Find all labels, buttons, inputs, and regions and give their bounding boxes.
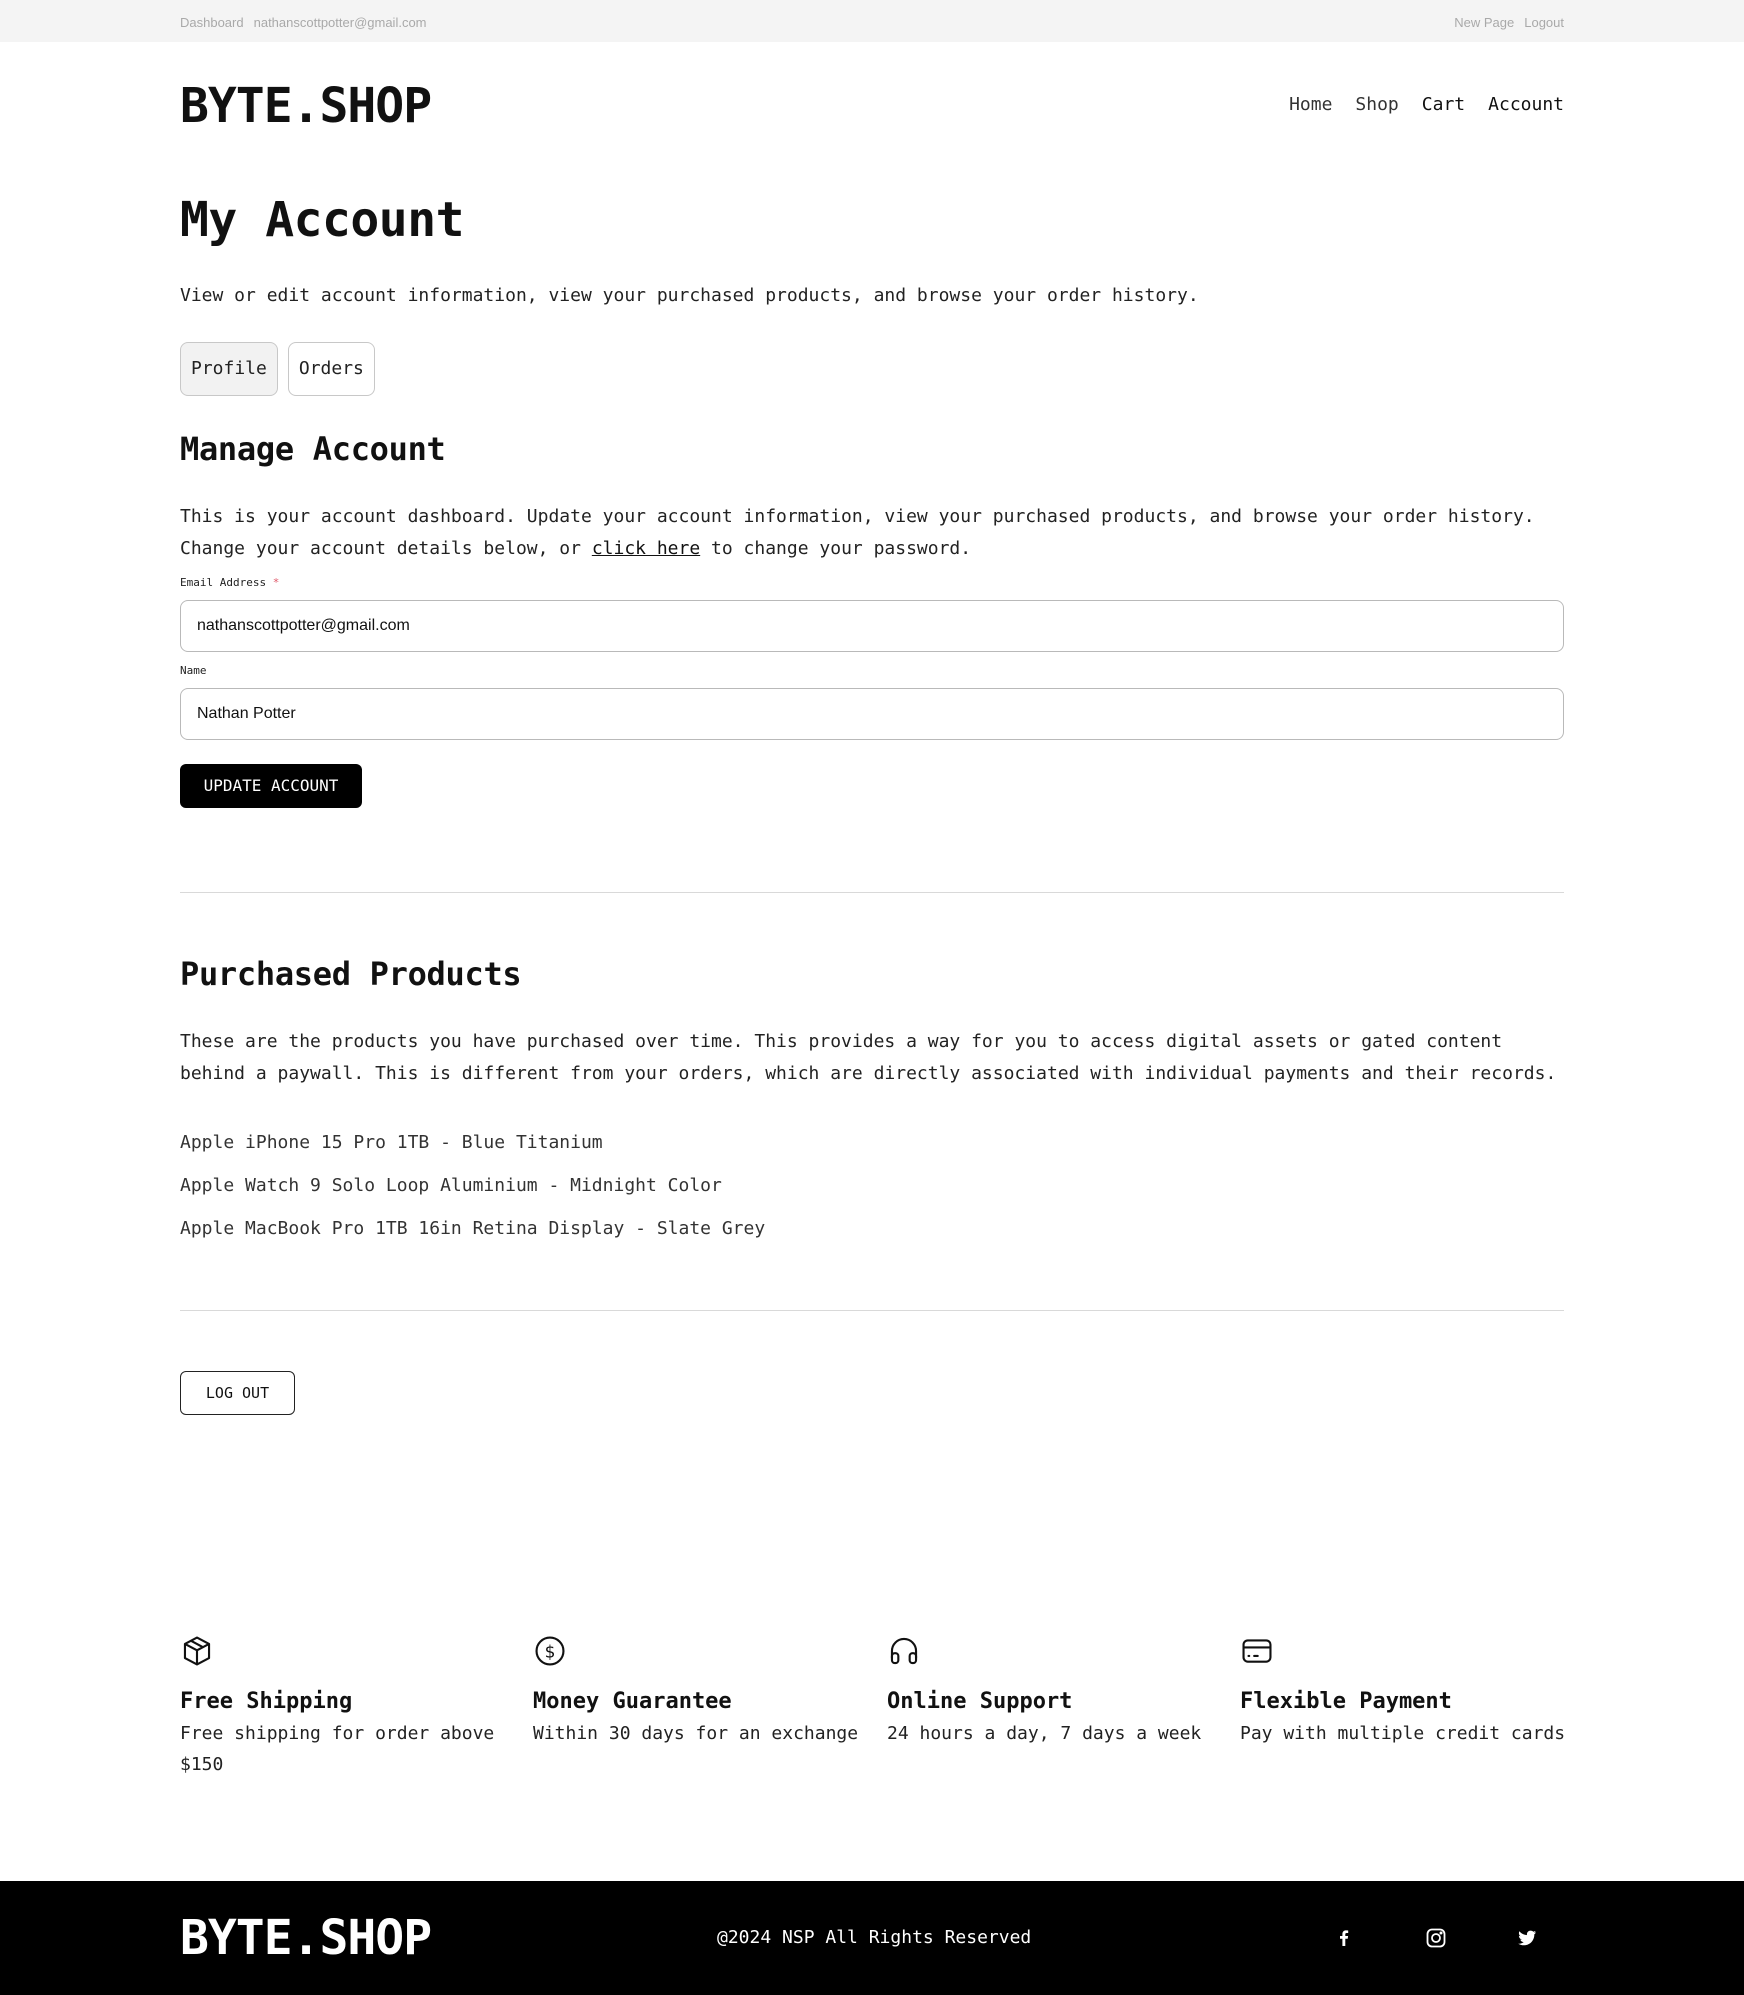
feature-money-guarantee: $ Money Guarantee Within 30 days for an … xyxy=(533,1634,863,1749)
log-out-button[interactable]: LOG OUT xyxy=(180,1371,295,1415)
manage-account-line2: Change your account details below, or cl… xyxy=(180,533,1570,565)
footer-copyright: @2024 NSP All Rights Reserved xyxy=(717,1927,1032,1948)
update-account-button[interactable]: UPDATE ACCOUNT xyxy=(180,764,362,808)
email-label-text: Email Address xyxy=(180,576,267,589)
feature-free-shipping: Free Shipping Free shipping for order ab… xyxy=(180,1634,510,1780)
manage-account-heading: Manage Account xyxy=(180,430,446,468)
twitter-icon[interactable] xyxy=(1515,1926,1539,1950)
password-hint-before: Change your account details below, or xyxy=(180,538,592,559)
feature-title: Flexible Payment xyxy=(1240,1689,1452,1714)
purchased-products-heading: Purchased Products xyxy=(180,955,522,993)
purchased-description-line2: behind a paywall. This is different from… xyxy=(180,1063,1557,1084)
tab-orders[interactable]: Orders xyxy=(287,342,375,396)
nav-shop[interactable]: Shop xyxy=(1355,94,1398,115)
nav-cart[interactable]: Cart xyxy=(1422,94,1465,115)
box-icon xyxy=(183,1636,211,1666)
manage-account-line1: This is your account dashboard. Update y… xyxy=(180,506,1535,527)
feature-description: Free shipping for order above $150 xyxy=(180,1723,495,1775)
admin-logout-link[interactable]: Logout xyxy=(1524,15,1564,30)
email-field[interactable]: nathanscottpotter@gmail.com xyxy=(180,600,1564,652)
feature-title: Online Support xyxy=(887,1689,1073,1714)
password-hint-after: to change your password. xyxy=(700,538,972,559)
main-nav: Home Shop Cart Account xyxy=(1289,94,1564,115)
section-divider xyxy=(180,1310,1564,1311)
section-divider xyxy=(180,892,1564,893)
footer-logo[interactable]: BYTE.SHOP xyxy=(180,1910,432,1966)
feature-description: Pay with multiple credit cards xyxy=(1240,1723,1566,1744)
feature-title: Money Guarantee xyxy=(533,1689,732,1714)
nav-account[interactable]: Account xyxy=(1488,94,1564,115)
feature-flexible-payment: Flexible Payment Pay with multiple credi… xyxy=(1240,1634,1570,1749)
dollar-coin-icon: $ xyxy=(535,1636,565,1666)
admin-user-email[interactable]: nathanscottpotter@gmail.com xyxy=(254,15,427,30)
purchased-product-item[interactable]: Apple Watch 9 Solo Loop Aluminium - Midn… xyxy=(180,1174,722,1198)
feature-description: 24 hours a day, 7 days a week xyxy=(887,1723,1202,1744)
admin-bar: Dashboard nathanscottpotter@gmail.com Ne… xyxy=(0,0,1744,42)
admin-dashboard-link[interactable]: Dashboard xyxy=(180,15,244,30)
feature-title: Free Shipping xyxy=(180,1689,353,1714)
headphones-icon xyxy=(890,1637,918,1665)
purchased-product-item[interactable]: Apple iPhone 15 Pro 1TB - Blue Titanium xyxy=(180,1131,603,1155)
purchased-products-description: These are the products you have purchase… xyxy=(180,1026,1570,1090)
name-field[interactable]: Nathan Potter xyxy=(180,688,1564,740)
required-marker: * xyxy=(272,576,280,589)
feature-online-support: Online Support 24 hours a day, 7 days a … xyxy=(887,1634,1217,1749)
email-label: Email Address * xyxy=(180,576,279,589)
manage-account-description: This is your account dashboard. Update y… xyxy=(180,501,1570,565)
tab-profile[interactable]: Profile xyxy=(180,342,278,396)
site-header: BYTE.SHOP Home Shop Cart Account xyxy=(180,78,1564,134)
change-password-link[interactable]: click here xyxy=(592,538,700,559)
purchased-description-line1: These are the products you have purchase… xyxy=(180,1031,1503,1052)
svg-text:$: $ xyxy=(545,1642,556,1662)
instagram-icon[interactable] xyxy=(1424,1926,1448,1950)
name-label: Name xyxy=(180,664,207,677)
credit-card-icon xyxy=(1242,1639,1272,1663)
feature-description: Within 30 days for an exchange xyxy=(533,1723,859,1744)
nav-home[interactable]: Home xyxy=(1289,94,1332,115)
page-subtitle: View or edit account information, view y… xyxy=(180,285,1199,306)
account-tabs: Profile Orders xyxy=(180,342,375,396)
admin-new-page-link[interactable]: New Page xyxy=(1454,15,1514,30)
purchased-product-item[interactable]: Apple MacBook Pro 1TB 16in Retina Displa… xyxy=(180,1217,765,1241)
site-footer: BYTE.SHOP @2024 NSP All Rights Reserved xyxy=(0,1881,1744,1995)
page-title: My Account xyxy=(180,192,464,248)
facebook-icon[interactable] xyxy=(1332,1926,1356,1950)
